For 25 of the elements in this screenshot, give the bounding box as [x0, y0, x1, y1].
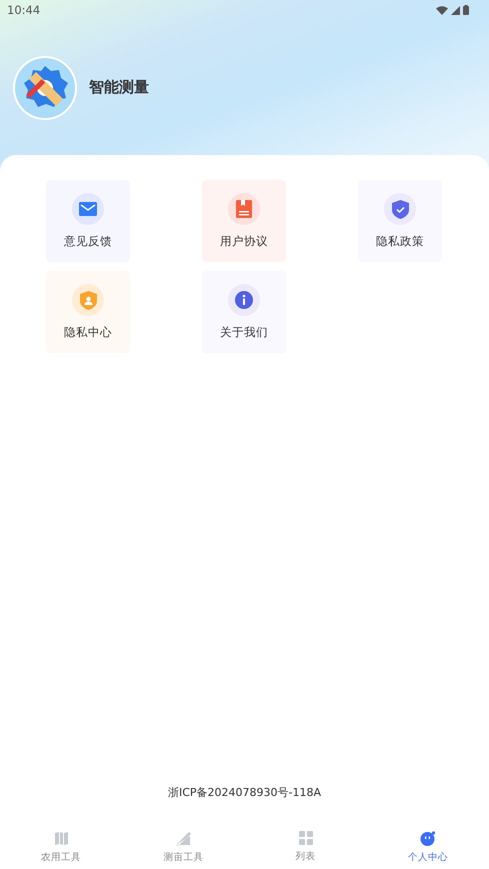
envelope-icon: [79, 202, 97, 216]
ruler-icon: [175, 830, 192, 846]
map-icon: [54, 830, 69, 846]
app-logo: [13, 56, 77, 120]
tab-bar-item[interactable]: 测亩工具: [122, 825, 244, 869]
info-icon: [235, 291, 253, 309]
wifi-icon: [436, 6, 448, 14]
menu-tile[interactable]: 用户协议: [202, 180, 286, 262]
battery-icon: [463, 5, 469, 15]
menu-tile[interactable]: 隐私政策: [358, 180, 442, 262]
menu-tile[interactable]: 隐私中心: [46, 271, 130, 353]
face-icon: [420, 830, 436, 846]
clock: 10:44: [7, 3, 40, 17]
menu-tile[interactable]: 关于我们: [202, 271, 286, 353]
app-name: 智能测量: [89, 78, 149, 97]
shield-person-icon: [80, 290, 96, 310]
grid-icon: [298, 831, 313, 845]
shield-check-icon: [392, 200, 408, 218]
signal-icon: [451, 6, 460, 14]
menu-tile[interactable]: 意见反馈: [46, 180, 130, 262]
tab-bar-item[interactable]: 个人中心: [366, 825, 489, 869]
book-icon: [236, 200, 252, 218]
tab-bar-item[interactable]: 列表: [244, 825, 367, 869]
tab-bar-item[interactable]: 农用工具: [0, 825, 122, 869]
icp-license-text: 浙ICP备2024078930号-118A: [168, 785, 322, 800]
